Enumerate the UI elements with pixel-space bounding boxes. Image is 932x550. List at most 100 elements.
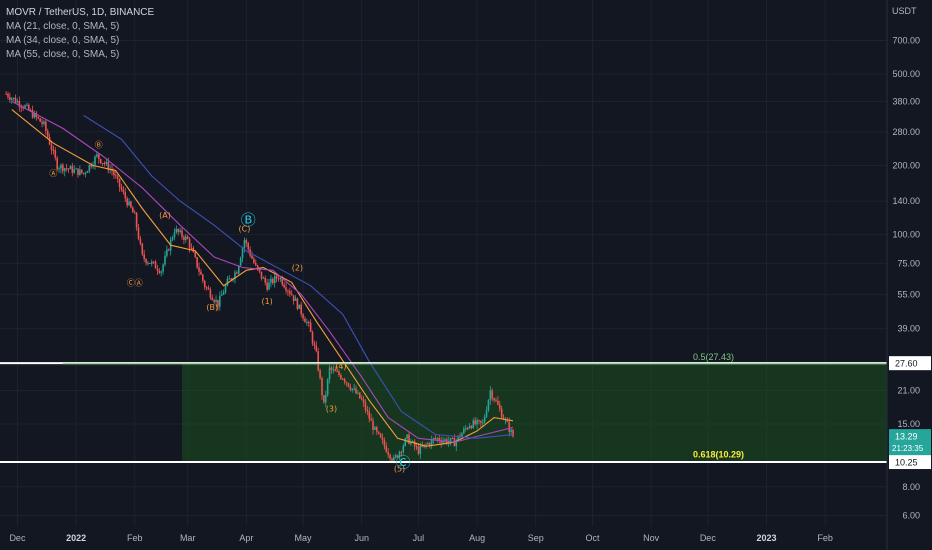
- candle-down: [376, 427, 378, 432]
- candle-up: [164, 255, 166, 265]
- candle-down: [130, 201, 132, 208]
- candle-down: [466, 428, 469, 430]
- fib-label: 0.618(10.29): [693, 450, 744, 460]
- candle-down: [383, 440, 386, 446]
- candle-down: [207, 287, 210, 290]
- candle-down: [366, 410, 369, 412]
- candle-down: [368, 411, 371, 419]
- candle-up: [241, 248, 244, 259]
- candle-down: [14, 97, 17, 103]
- symbol-title[interactable]: MOVR / TetherUS, 1D, BINANCE: [6, 6, 154, 19]
- candle-down: [5, 93, 7, 95]
- candle-down: [54, 150, 57, 158]
- countdown-text: 21:23:35: [892, 444, 924, 453]
- candle-up: [12, 97, 15, 99]
- candle-down: [115, 175, 117, 177]
- candle-down: [145, 258, 147, 263]
- candle-down: [190, 247, 193, 249]
- y-tick-label: 100.00: [892, 230, 920, 240]
- wave-label: (C): [239, 225, 251, 234]
- y-tick-label: 21.00: [897, 385, 920, 395]
- x-tick-label: Nov: [643, 533, 660, 543]
- candle-down: [254, 262, 257, 266]
- candle-down: [251, 255, 253, 259]
- candle-down: [381, 437, 384, 441]
- candle-up: [239, 258, 242, 266]
- ma-21-legend[interactable]: MA (21, close, 0, SMA, 5): [6, 20, 119, 33]
- candle-down: [313, 343, 316, 346]
- candle-down: [302, 314, 304, 319]
- candle-down: [480, 420, 482, 423]
- candle-down: [211, 297, 214, 301]
- wave-label: (1): [261, 297, 272, 306]
- candle-down: [266, 282, 268, 290]
- candle-down: [415, 446, 418, 448]
- candle-up: [444, 439, 446, 441]
- candle-down: [307, 322, 310, 324]
- candle-up: [75, 168, 77, 170]
- y-tick-label: 140.00: [892, 196, 920, 206]
- candle-down: [132, 207, 134, 213]
- candle-up: [262, 277, 265, 279]
- candle-down: [196, 257, 198, 268]
- candle-up: [483, 416, 486, 423]
- candle-down: [230, 278, 232, 280]
- candle-down: [50, 144, 53, 151]
- candle-down: [355, 388, 357, 394]
- x-tick-label: Sep: [528, 533, 544, 543]
- candle-down: [45, 121, 47, 131]
- candle-up: [88, 164, 91, 172]
- fib-zone-fill: [182, 363, 887, 463]
- candle-down: [474, 420, 476, 425]
- y-tick-label: 39.00: [897, 324, 920, 334]
- x-tick-label: Oct: [585, 533, 600, 543]
- candle-down: [177, 228, 180, 232]
- candle-up: [10, 98, 13, 100]
- candle-down: [149, 262, 151, 264]
- candle-up: [393, 457, 395, 461]
- price-chart[interactable]: 0.5(27.43)0.618(10.29) ⒶⒷ(A)ⒸⒶⒷ(C)(B)(1)…: [0, 0, 932, 550]
- y-tick-label: 55.00: [897, 289, 920, 299]
- candle-up: [160, 271, 163, 273]
- candle-up: [489, 390, 492, 401]
- candle-up: [179, 230, 181, 232]
- candle-up: [357, 392, 359, 394]
- ma-55-legend[interactable]: MA (55, close, 0, SMA, 5): [6, 48, 119, 61]
- candle-down: [62, 164, 64, 172]
- candle-down: [186, 236, 189, 239]
- fib-label: 0.5(27.43): [693, 352, 734, 362]
- candle-down: [292, 295, 295, 301]
- candle-down: [133, 212, 136, 214]
- y-tick-label: 280.00: [892, 127, 920, 137]
- candle-up: [273, 276, 276, 284]
- candle-up: [463, 428, 465, 434]
- candle-down: [77, 168, 79, 176]
- candle-down: [300, 304, 302, 315]
- candle-down: [343, 379, 346, 383]
- candle-down: [287, 290, 289, 292]
- candle-down: [470, 425, 473, 428]
- candle-down: [260, 271, 263, 279]
- candle-up: [43, 121, 45, 124]
- candle-up: [294, 298, 297, 301]
- candle-up: [243, 240, 246, 249]
- x-tick-label: Feb: [817, 533, 833, 543]
- candle-up: [79, 169, 81, 176]
- candle-up: [219, 295, 221, 307]
- fib-zone: [182, 363, 887, 463]
- candle-down: [389, 454, 391, 459]
- candle-down: [52, 150, 55, 152]
- x-tick-label: 2022: [66, 533, 86, 543]
- candle-up: [324, 395, 327, 403]
- candle-down: [39, 118, 41, 122]
- candle-down: [364, 402, 367, 411]
- candle-down: [493, 398, 495, 401]
- candle-down: [379, 433, 382, 438]
- ma-34-legend[interactable]: MA (34, close, 0, SMA, 5): [6, 34, 119, 47]
- candle-down: [158, 270, 161, 273]
- candle-up: [427, 443, 429, 445]
- candle-down: [154, 261, 157, 269]
- candle-up: [173, 232, 176, 238]
- y-tick-label: 200.00: [892, 161, 920, 171]
- chart-background: [0, 0, 932, 550]
